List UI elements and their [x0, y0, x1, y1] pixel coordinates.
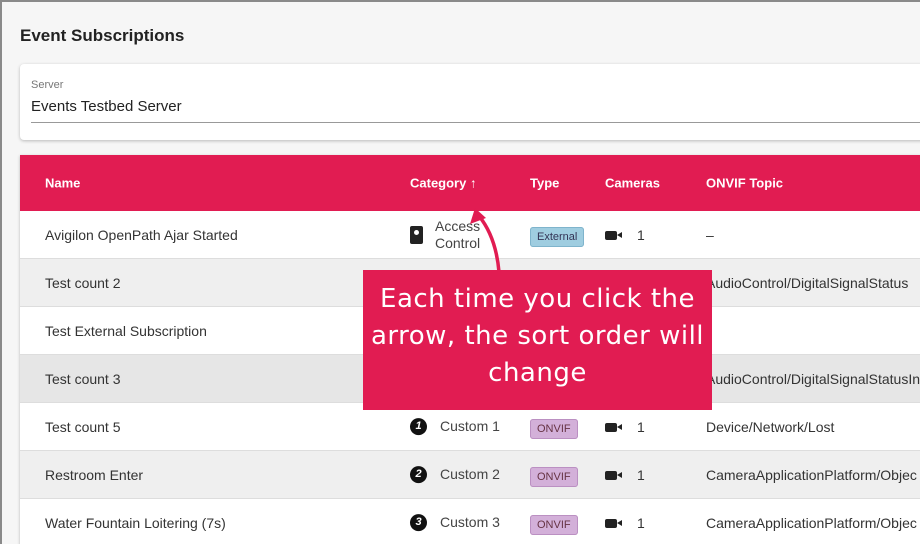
page: Event Subscriptions Server Events Testbe… [0, 0, 920, 544]
callout-arrow-icon [470, 208, 501, 273]
